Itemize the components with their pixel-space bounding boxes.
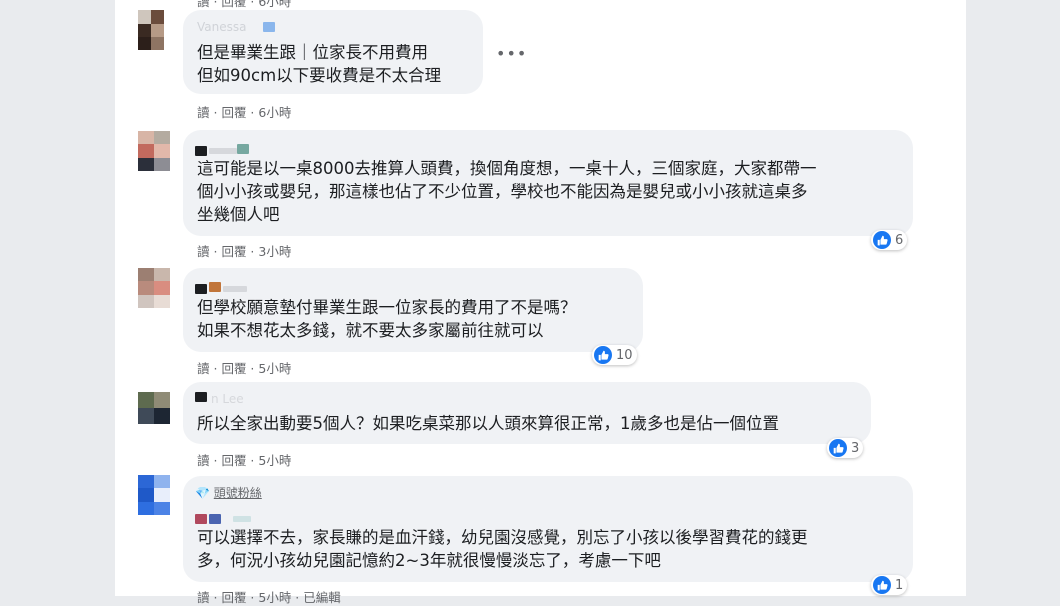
edited-label: 已編輯 xyxy=(303,590,341,605)
comment-bubble: n Lee 所以全家出動要5個人？如果吃桌菜那以人頭來算很正常，1歲多也是佔一個… xyxy=(183,382,871,444)
reaction-badge[interactable]: 3 xyxy=(827,438,864,458)
comment-text: 所以全家出動要5個人？如果吃桌菜那以人頭來算很正常，1歲多也是佔一個位置 xyxy=(197,414,779,433)
timestamp[interactable]: 3小時 xyxy=(258,244,291,259)
commenter-name-blurred: n Lee xyxy=(211,392,244,406)
thumbs-up-icon xyxy=(594,346,612,364)
reaction-count: 3 xyxy=(851,440,860,456)
comment-bubble: 💎 頭號粉絲 可以選擇不去，家長賺的是血汗錢，幼兒園沒感覺，別忘了小孩以後學習費… xyxy=(183,476,913,582)
name-blur-block xyxy=(195,284,207,294)
thumbs-up-icon xyxy=(873,576,891,594)
comment-actions: 讀 · 回覆 · 6小時 xyxy=(197,102,291,121)
avatar[interactable] xyxy=(138,131,170,171)
name-blur-block xyxy=(209,282,221,292)
name-blur-block xyxy=(195,514,207,524)
separator: · xyxy=(246,244,259,259)
separator: · xyxy=(209,105,222,120)
read-link[interactable]: 讀 xyxy=(197,590,210,605)
separator: · xyxy=(209,361,222,376)
comment-bubble: Vanessa 但是畢業生跟｜位家長不用費用 但如90cm以下要收費是不太合理 xyxy=(183,10,483,94)
reply-link[interactable]: 回覆 xyxy=(221,361,246,376)
reaction-badge[interactable]: 1 xyxy=(871,575,908,595)
reaction-count: 1 xyxy=(895,577,904,593)
thumbs-up-icon xyxy=(873,231,891,249)
comment-bubble: 這可能是以一桌8000去推算人頭費，換個角度想，一桌十人，三個家庭，大家都帶一 … xyxy=(183,130,913,236)
name-blur-block xyxy=(223,286,247,292)
reply-link[interactable]: 回覆 xyxy=(221,590,246,605)
name-blur-block xyxy=(237,144,249,154)
timestamp[interactable]: 5小時 xyxy=(258,361,291,376)
reply-link[interactable]: 回覆 xyxy=(221,244,246,259)
timestamp[interactable]: 5小時 xyxy=(258,590,291,605)
reaction-count: 10 xyxy=(616,347,633,363)
more-dots-icon[interactable]: ••• xyxy=(496,44,527,63)
reaction-badge[interactable]: 10 xyxy=(592,345,637,365)
comment-actions: 讀 · 回覆 · 5小時 xyxy=(197,450,291,469)
name-blur-block xyxy=(195,146,207,156)
page-background-left xyxy=(0,0,115,596)
separator: · xyxy=(246,361,259,376)
read-link[interactable]: 讀 xyxy=(197,453,210,468)
separator: · xyxy=(246,590,259,605)
separator: · xyxy=(291,590,304,605)
separator: · xyxy=(246,105,259,120)
avatar[interactable] xyxy=(138,475,170,515)
comment-text: 可以選擇不去，家長賺的是血汗錢，幼兒園沒感覺，別忘了小孩以後學習費花的錢更 多，… xyxy=(197,528,808,570)
comment-bubble: 但學校願意墊付畢業生跟一位家長的費用了不是嗎？ 如果不想花太多錢，就不要太多家屬… xyxy=(183,268,643,352)
read-link[interactable]: 讀 xyxy=(197,105,210,120)
reply-link[interactable]: 回覆 xyxy=(221,105,246,120)
comment-text: 但是畢業生跟｜位家長不用費用 但如90cm以下要收費是不太合理 xyxy=(197,43,442,85)
diamond-icon: 💎 xyxy=(195,486,210,500)
avatar[interactable] xyxy=(138,268,170,308)
comment-actions: 讀 · 回覆 · 5小時 xyxy=(197,358,291,377)
comment-text: 這可能是以一桌8000去推算人頭費，換個角度想，一桌十人，三個家庭，大家都帶一 … xyxy=(197,159,817,224)
comment-actions-partial: 讀 · 回覆 · 6小時 xyxy=(197,0,292,9)
comment-text: 但學校願意墊付畢業生跟一位家長的費用了不是嗎？ 如果不想花太多錢，就不要太多家屬… xyxy=(197,298,577,340)
page-background-right xyxy=(966,0,1060,596)
avatar[interactable] xyxy=(138,392,170,424)
read-link[interactable]: 讀 xyxy=(197,244,210,259)
reply-link[interactable]: 回覆 xyxy=(221,453,246,468)
avatar[interactable] xyxy=(138,10,164,50)
timestamp[interactable]: 5小時 xyxy=(258,453,291,468)
name-blur-block xyxy=(263,22,275,32)
comment-actions: 讀 · 回覆 · 5小時 · 已編輯 xyxy=(197,587,341,606)
thumbs-up-icon xyxy=(829,439,847,457)
name-blur-block xyxy=(233,516,251,522)
separator: · xyxy=(209,244,222,259)
separator: · xyxy=(209,453,222,468)
separator: · xyxy=(246,453,259,468)
comments-panel: 讀 · 回覆 · 6小時 Vanessa 但是畢業生跟｜位家長不用費用 但如90… xyxy=(115,0,966,605)
reaction-count: 6 xyxy=(895,232,904,248)
top-fan-badge: 💎 頭號粉絲 xyxy=(195,484,262,501)
name-blur-block xyxy=(209,514,221,524)
read-link[interactable]: 讀 xyxy=(197,361,210,376)
name-blur-block xyxy=(209,148,237,154)
separator: · xyxy=(209,590,222,605)
comment-actions: 讀 · 回覆 · 3小時 xyxy=(197,241,291,260)
reaction-badge[interactable]: 6 xyxy=(871,230,908,250)
name-blur-block xyxy=(195,392,207,402)
commenter-name-blurred: Vanessa xyxy=(197,20,247,34)
top-fan-label: 頭號粉絲 xyxy=(213,486,262,500)
timestamp[interactable]: 6小時 xyxy=(258,105,291,120)
